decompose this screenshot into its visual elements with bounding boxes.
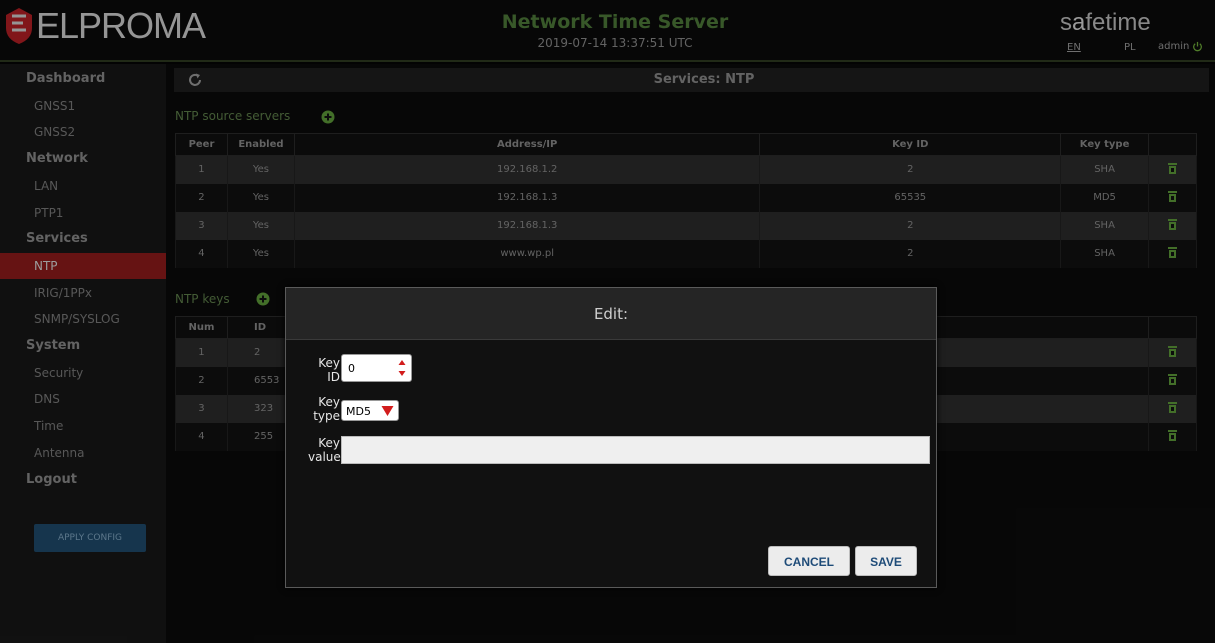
key-id-stepper[interactable]: 0 [341,354,412,382]
dialog-title: Edit: [593,305,629,323]
stepper-arrows-icon[interactable] [398,359,406,377]
key-value-label: Key value [308,436,341,464]
save-button[interactable]: SAVE [855,546,917,576]
key-value-input[interactable] [341,436,930,464]
edit-key-dialog: Edit: Key ID 0 Key type MD5 Key value CA… [285,287,937,588]
dialog-header: Edit: [286,288,936,340]
cancel-button[interactable]: CANCEL [768,546,850,576]
key-id-label: Key ID [318,356,340,384]
key-type-label: Key type [313,395,340,423]
key-type-select[interactable]: MD5 [341,400,399,421]
dropdown-caret-icon[interactable] [381,405,394,417]
key-id-value: 0 [348,362,355,375]
key-type-value: MD5 [346,405,371,418]
